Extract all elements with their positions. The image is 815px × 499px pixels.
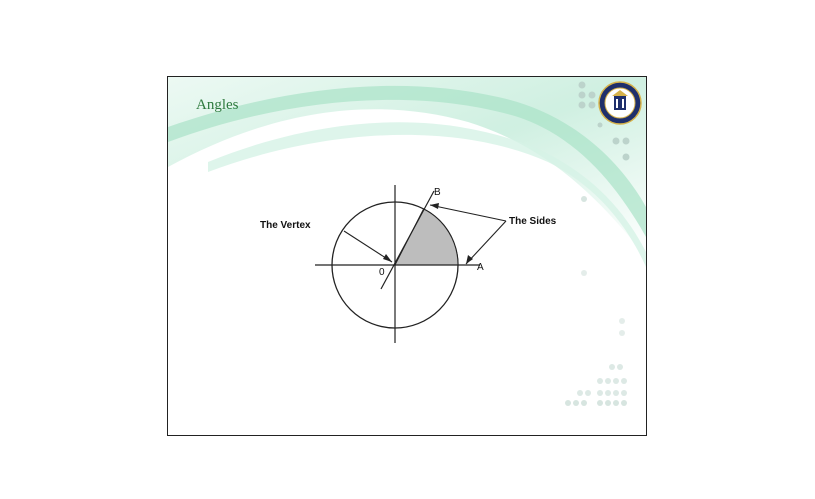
angle-sector [394,208,459,266]
point-b-label: B [434,187,441,198]
vertex-label: The Vertex [260,220,311,231]
origin-label: 0 [379,267,385,278]
slide: Angles The Vertex The Sides B A 0 [167,76,647,436]
angle-diagram: The Vertex The Sides B A 0 [260,185,557,343]
sides-label: The Sides [509,216,557,227]
point-a-label: A [477,262,484,273]
sides-arrow-b [429,204,507,222]
sides-arrow-a [465,220,507,265]
